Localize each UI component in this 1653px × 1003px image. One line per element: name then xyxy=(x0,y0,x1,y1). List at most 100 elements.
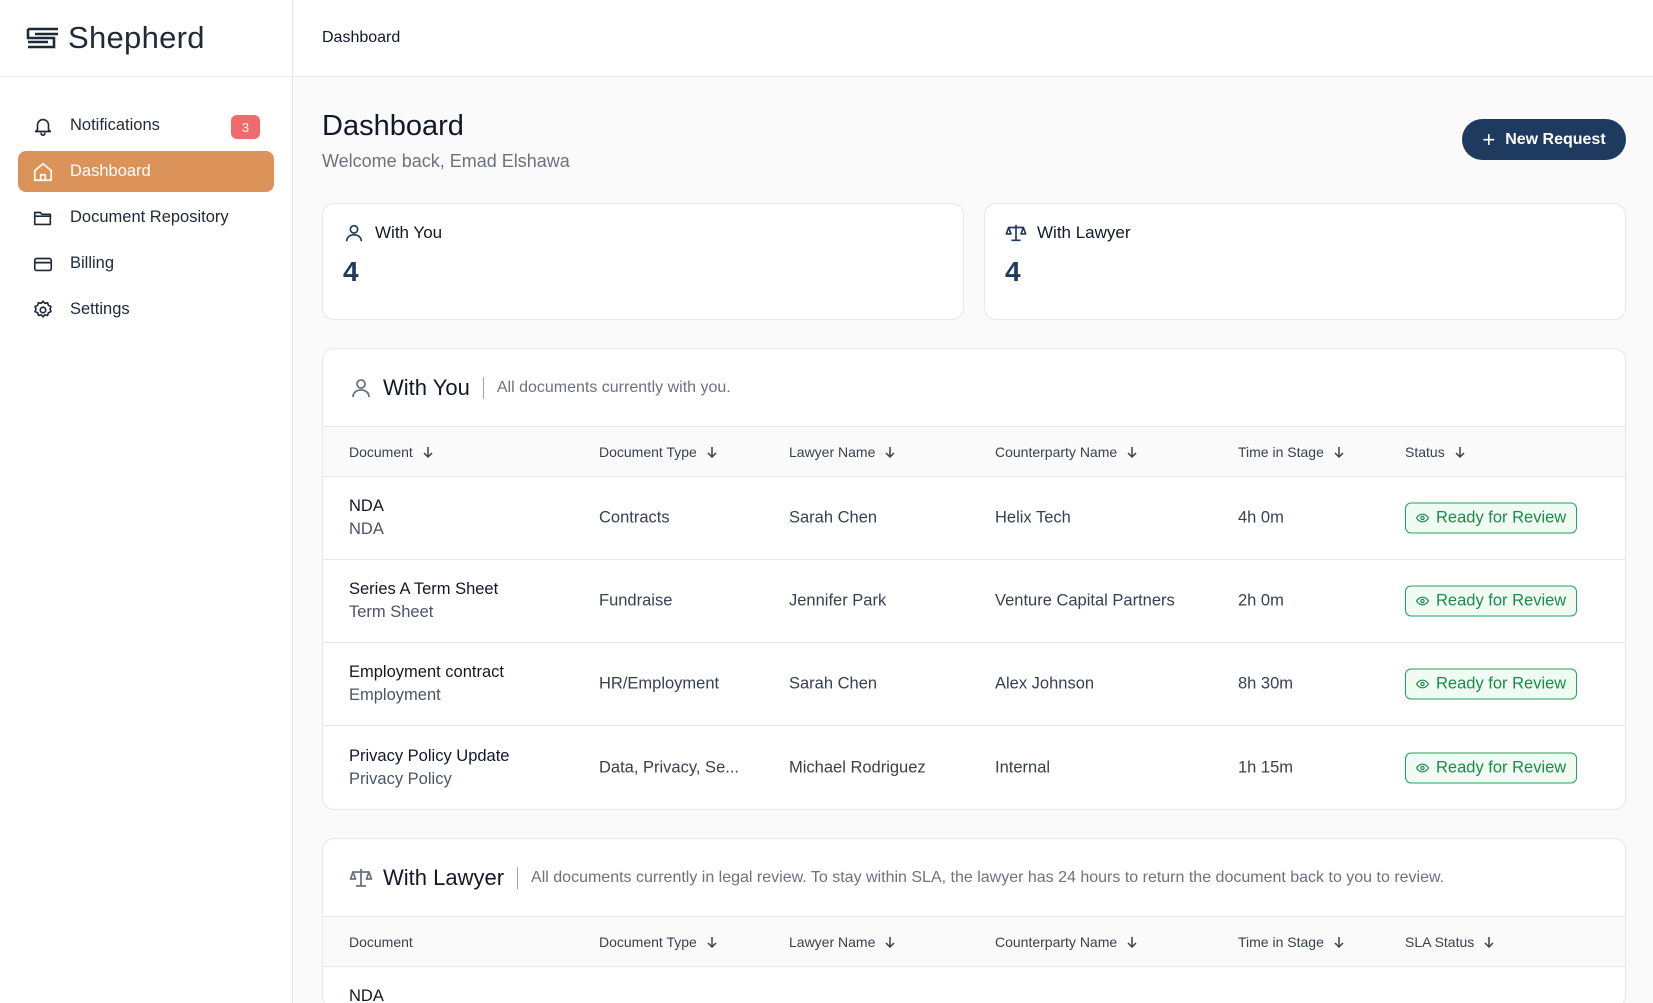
divider xyxy=(482,376,484,399)
card-label: With You xyxy=(375,223,443,242)
eye-icon xyxy=(1416,513,1429,523)
time-in-stage: 8h 30m xyxy=(1238,674,1294,693)
column-header-lawyer-name[interactable]: Lawyer Name xyxy=(789,444,897,460)
gear-icon xyxy=(32,299,54,321)
table-row[interactable]: Series A Term Sheet Term Sheet Fundraise … xyxy=(323,560,1625,643)
column-header-counterparty-name[interactable]: Counterparty Name xyxy=(995,934,1139,950)
document-type: Data, Privacy, Se... xyxy=(599,758,739,776)
scale-icon xyxy=(349,868,373,887)
page-title: Dashboard xyxy=(322,110,464,142)
time-in-stage: 4h 0m xyxy=(1238,508,1284,527)
counterparty-name: Venture Capital Partners xyxy=(995,591,1175,610)
home-icon xyxy=(32,161,54,183)
arrow-down-icon xyxy=(707,936,717,948)
main-content: Dashboard Welcome back, Emad Elshawa + N… xyxy=(294,78,1653,1003)
new-request-button[interactable]: + New Request xyxy=(1462,119,1626,160)
counterparty-name: Helix Tech xyxy=(995,508,1071,527)
column-header-time-in-stage[interactable]: Time in Stage xyxy=(1238,934,1346,950)
sidebar-item-document-repository[interactable]: Document Repository xyxy=(18,197,274,238)
table-row[interactable]: Employment contract Employment HR/Employm… xyxy=(323,643,1625,726)
with-lawyer-card[interactable]: With Lawyer 4 xyxy=(984,203,1626,320)
user-icon xyxy=(345,224,363,242)
lawyer-name: Michael Rodriguez xyxy=(789,758,926,776)
column-header-sla-status[interactable]: SLA Status xyxy=(1405,934,1496,950)
arrow-down-icon xyxy=(1127,446,1137,458)
panel-description: All documents currently in legal review.… xyxy=(531,868,1445,886)
sidebar-item-label: Settings xyxy=(70,300,130,318)
sidebar-item-notifications[interactable]: Notifications 3 xyxy=(18,105,274,146)
panel-header: With You All documents currently with yo… xyxy=(323,349,1625,427)
arrow-down-icon xyxy=(423,446,433,458)
document-name: Privacy Policy Update xyxy=(349,746,510,765)
status-badge: Ready for Review xyxy=(1405,752,1578,783)
table-header: Document Document Type Lawyer Name Count… xyxy=(323,427,1625,477)
summary-cards: With You 4 With Lawyer 4 xyxy=(322,203,1626,320)
folder-icon xyxy=(32,207,54,229)
sidebar-item-dashboard[interactable]: Dashboard xyxy=(18,151,274,192)
column-header-document[interactable]: Document xyxy=(349,934,413,950)
arrow-down-icon xyxy=(885,446,895,458)
document-name: Employment contract xyxy=(349,663,504,681)
user-icon xyxy=(352,378,370,397)
counterparty-name: Alex Johnson xyxy=(995,674,1095,693)
status-badge: Ready for Review xyxy=(1405,502,1578,534)
counterparty-name: Internal xyxy=(995,758,1051,776)
with-you-card[interactable]: With You 4 xyxy=(322,203,964,320)
column-header-time-in-stage[interactable]: Time in Stage xyxy=(1238,444,1346,460)
column-header-lawyer-name[interactable]: Lawyer Name xyxy=(789,934,897,950)
column-header-status[interactable]: Status xyxy=(1405,444,1467,460)
document-name: NDA xyxy=(349,497,384,515)
status-badge: Ready for Review xyxy=(1405,668,1578,700)
divider xyxy=(517,866,519,889)
sidebar-item-billing[interactable]: Billing xyxy=(18,243,274,284)
sidebar-item-settings[interactable]: Settings xyxy=(18,289,274,330)
table-row[interactable]: Privacy Policy Update Privacy Policy Data… xyxy=(323,726,1625,809)
time-in-stage: 2h 0m xyxy=(1238,591,1284,610)
notification-count-badge: 3 xyxy=(231,115,260,139)
panel-title: With Lawyer xyxy=(383,864,505,890)
breadcrumb: Dashboard xyxy=(322,29,401,46)
page-header: Dashboard Welcome back, Emad Elshawa + N… xyxy=(322,78,1626,203)
document-subtype: Employment xyxy=(349,686,441,704)
table-row[interactable]: NDA NDA Contracts Sarah Chen Helix Tech 4… xyxy=(323,477,1625,560)
table-row[interactable]: NDA xyxy=(323,967,1625,1003)
eye-icon xyxy=(1416,596,1429,606)
document-subtype: NDA xyxy=(349,520,384,538)
welcome-message: Welcome back, Emad Elshawa xyxy=(322,151,570,171)
scale-icon xyxy=(1005,224,1027,242)
document-name: Series A Term Sheet xyxy=(349,580,499,598)
status-badge: Ready for Review xyxy=(1405,585,1578,617)
arrow-down-icon xyxy=(1127,936,1137,948)
arrow-down-icon xyxy=(1334,446,1344,458)
panel-description: All documents currently with you. xyxy=(496,378,731,396)
credit-card-icon xyxy=(32,253,54,275)
sidebar-item-label: Document Repository xyxy=(70,208,229,226)
document-type: Fundraise xyxy=(599,591,673,610)
column-header-counterparty-name[interactable]: Counterparty Name xyxy=(995,444,1139,460)
document-name: NDA xyxy=(349,987,384,1003)
arrow-down-icon xyxy=(707,446,717,458)
sidebar-item-label: Notifications xyxy=(70,116,160,134)
sidebar-item-label: Dashboard xyxy=(70,162,151,180)
column-header-document[interactable]: Document xyxy=(349,444,435,460)
document-type: Contracts xyxy=(599,508,670,527)
brand[interactable]: Shepherd xyxy=(0,0,292,77)
column-header-document-type[interactable]: Document Type xyxy=(599,444,719,460)
panel-title: With You xyxy=(383,374,470,400)
with-you-panel: With You All documents currently with yo… xyxy=(322,348,1626,810)
column-header-document-type[interactable]: Document Type xyxy=(599,934,719,950)
card-value: 4 xyxy=(343,256,359,287)
plus-icon: + xyxy=(1482,126,1496,152)
eye-icon xyxy=(1416,763,1429,772)
sidebar: Shepherd Notifications 3 Dashboard Docum… xyxy=(0,0,293,1003)
bell-icon xyxy=(32,115,54,137)
time-in-stage: 1h 15m xyxy=(1238,758,1294,776)
card-value: 4 xyxy=(1005,256,1021,287)
panel-header: With Lawyer All documents currently in l… xyxy=(323,839,1625,917)
eye-icon xyxy=(1416,679,1429,689)
document-subtype: Term Sheet xyxy=(349,603,434,621)
lawyer-name: Sarah Chen xyxy=(789,674,878,693)
shepherd-logo-icon xyxy=(26,27,58,49)
sidebar-nav: Notifications 3 Dashboard Document Repos… xyxy=(0,77,292,330)
with-lawyer-panel: With Lawyer All documents currently in l… xyxy=(322,838,1626,1003)
